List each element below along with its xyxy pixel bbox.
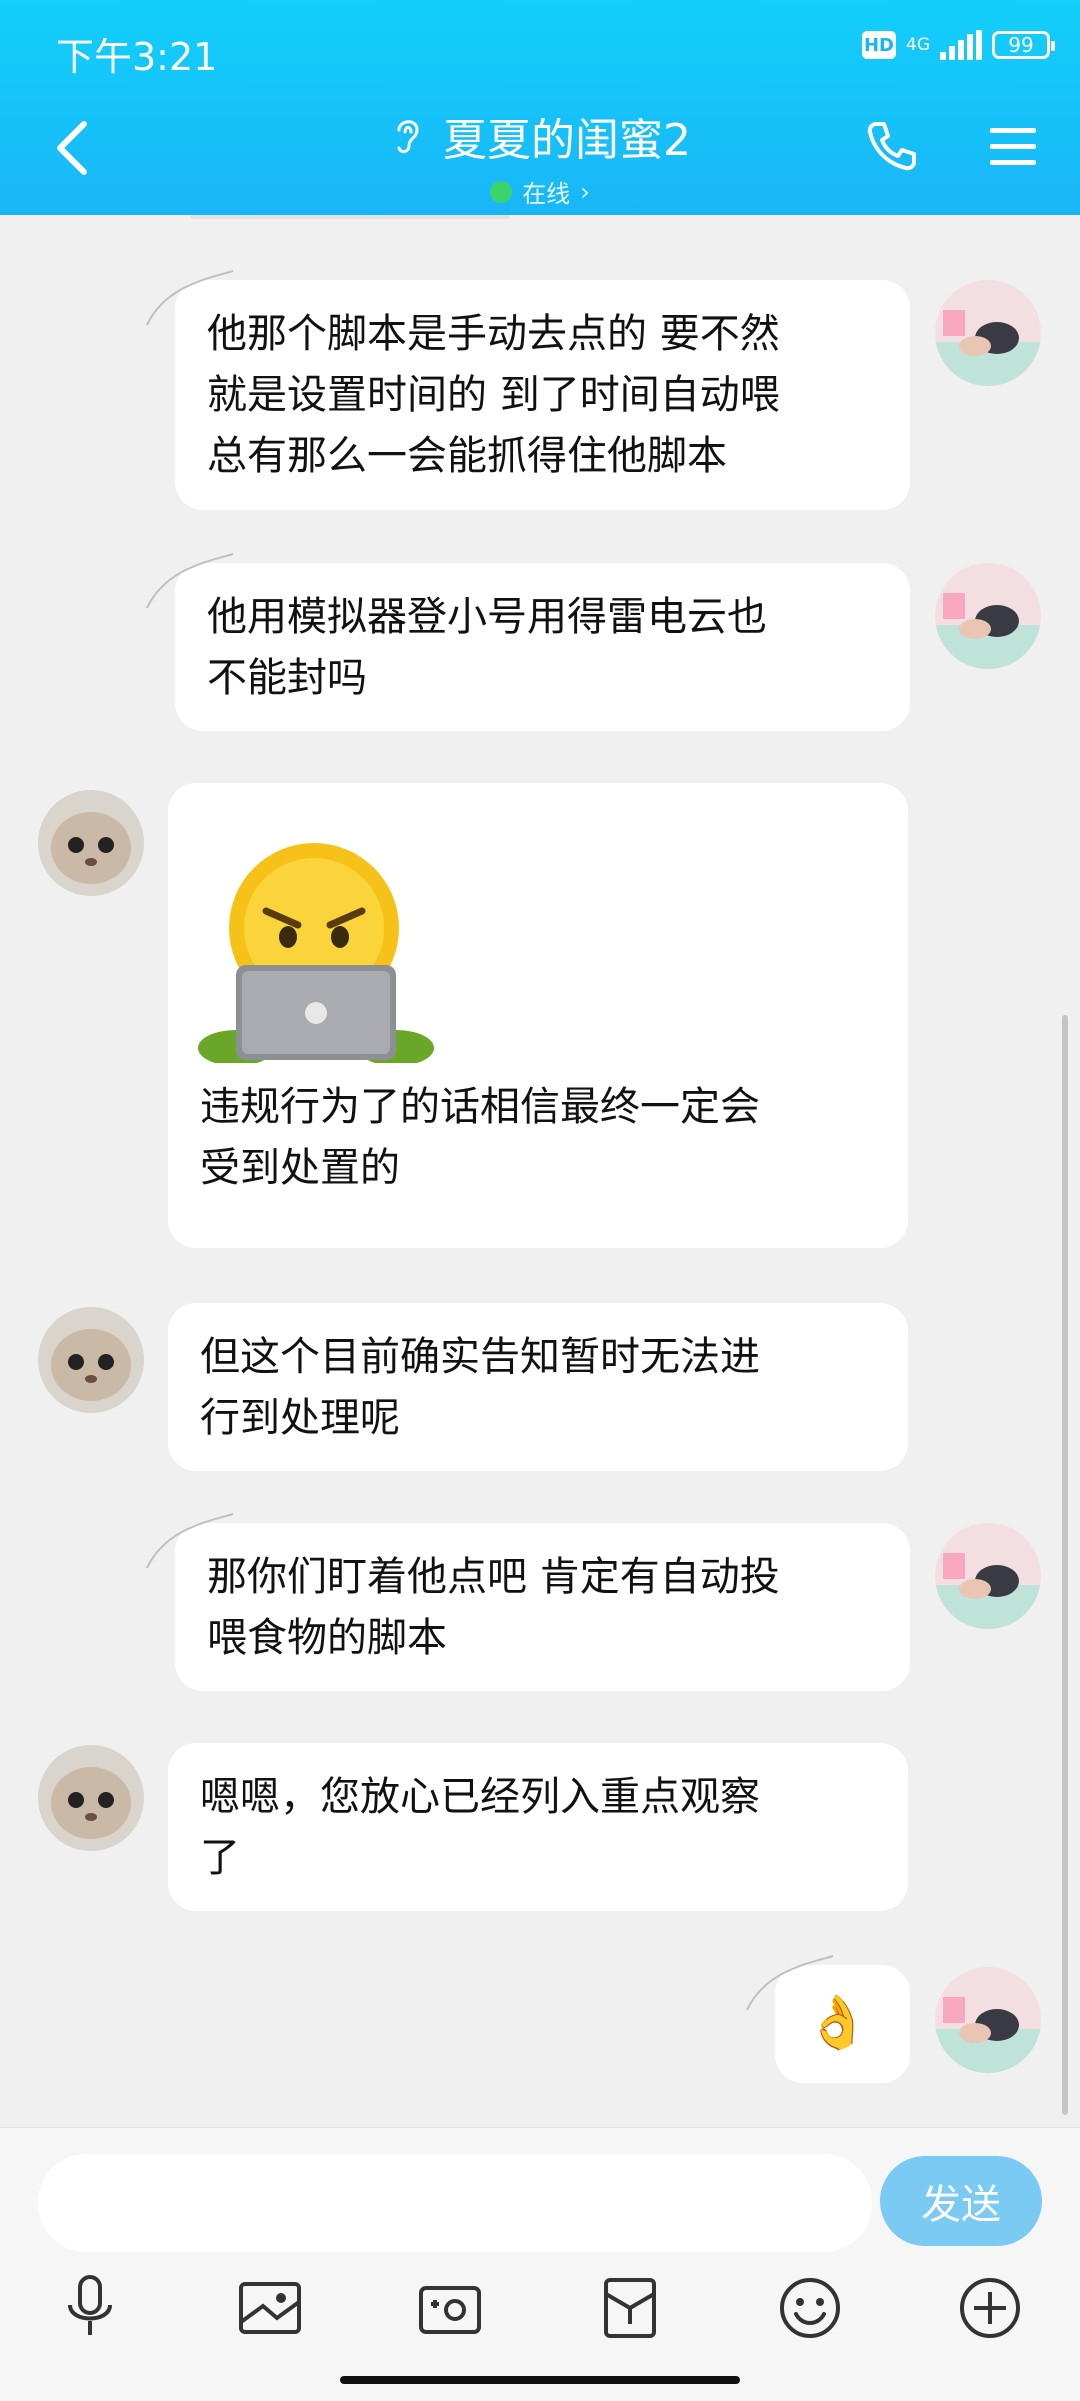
emoji-icon[interactable] — [770, 2268, 850, 2348]
plus-icon[interactable] — [950, 2268, 1030, 2348]
online-dot-icon — [490, 180, 513, 203]
avatar-self[interactable] — [935, 563, 1041, 669]
avatar-contact[interactable] — [38, 1307, 144, 1413]
message-line: 行到处理呢 — [200, 1395, 400, 1441]
message-line: 就是设置时间的 到了时间自动喂 — [207, 372, 780, 418]
scrollbar[interactable] — [1062, 1015, 1068, 2115]
avatar-contact-image — [38, 1307, 144, 1413]
avatar-contact[interactable] — [38, 1745, 144, 1851]
message-bubble-incoming[interactable]: 违规行为了的话相信最终一定会 受到处置的 — [168, 783, 908, 1248]
avatar-contact-image — [38, 1745, 144, 1851]
message-line: 受到处置的 — [200, 1145, 400, 1191]
avatar-self[interactable] — [935, 1967, 1041, 2073]
input-toolbar — [0, 2268, 1080, 2368]
bubble-tail-icon — [146, 270, 234, 326]
message-line: 那你们盯着他点吧 肯定有自动投 — [207, 1554, 780, 1600]
home-indicator[interactable] — [340, 2376, 740, 2384]
bubble-tail-icon — [146, 1513, 234, 1569]
angry-laptop-sticker-icon — [198, 843, 434, 1063]
message-line: 总有那么一会能抓得住他脚本 — [207, 433, 727, 479]
message-bubble-outgoing[interactable]: 他那个脚本是手动去点的 要不然 就是设置时间的 到了时间自动喂 总有那么一会能抓… — [175, 280, 910, 510]
status-icons: HD 4G 99 — [862, 30, 1055, 60]
phone-icon[interactable] — [864, 118, 920, 174]
message-line: 了 — [200, 1835, 240, 1881]
message-bubble-incoming[interactable]: 嗯嗯，您放心已经列入重点观察 了 — [168, 1743, 908, 1911]
message-list[interactable]: 他那个脚本是手动去点的 要不然 就是设置时间的 到了时间自动喂 总有那么一会能抓… — [0, 215, 1080, 2127]
avatar-contact-image — [38, 790, 144, 896]
avatar-self-image — [935, 280, 1041, 386]
menu-icon[interactable] — [988, 124, 1038, 170]
send-button[interactable]: 发送 — [880, 2156, 1042, 2246]
battery-level: 99 — [1008, 33, 1034, 57]
message-line: 嗯嗯，您放心已经列入重点观察 — [200, 1774, 760, 1820]
bubble-tail-icon — [146, 553, 234, 609]
status-bar: 下午3:21 HD 4G 99 — [0, 0, 1080, 100]
hd-icon: HD — [862, 31, 896, 59]
microphone-icon[interactable] — [50, 2268, 130, 2348]
message-line: 但这个目前确实告知暂时无法进 — [200, 1334, 760, 1380]
ear-icon — [397, 120, 419, 154]
message-input[interactable] — [38, 2154, 872, 2252]
camera-icon[interactable] — [410, 2268, 490, 2348]
network-type: 4G — [906, 34, 930, 55]
chat-header: 下午3:21 HD 4G 99 夏夏的闺蜜2 在线 › — [0, 0, 1080, 215]
presence-status[interactable]: 在线 › — [490, 174, 590, 209]
avatar-self-image — [935, 1967, 1041, 2073]
chat-title: 夏夏的闺蜜2 — [443, 115, 691, 166]
message-line: 喂食物的脚本 — [207, 1615, 447, 1661]
avatar-self-image — [935, 1523, 1041, 1629]
battery-icon: 99 — [992, 31, 1055, 59]
input-bar: 发送 — [0, 2127, 1080, 2401]
signal-icon — [940, 30, 982, 60]
message-bubble-incoming[interactable]: 但这个目前确实告知暂时无法进 行到处理呢 — [168, 1303, 908, 1471]
avatar-self[interactable] — [935, 280, 1041, 386]
partial-message-edge — [190, 215, 510, 219]
chevron-right-icon: › — [580, 177, 590, 206]
avatar-contact[interactable] — [38, 790, 144, 896]
message-line: 他用模拟器登小号用得雷电云也 — [207, 594, 767, 640]
message-bubble-outgoing[interactable]: 他用模拟器登小号用得雷电云也 不能封吗 — [175, 563, 910, 731]
presence-label: 在线 — [522, 180, 571, 208]
message-line: 他那个脚本是手动去点的 要不然 — [207, 311, 780, 357]
message-line: 违规行为了的话相信最终一定会 — [200, 1084, 760, 1130]
status-time: 下午3:21 — [56, 35, 218, 79]
message-line: 不能封吗 — [207, 655, 367, 701]
red-packet-icon[interactable] — [590, 2268, 670, 2348]
avatar-self[interactable] — [935, 1523, 1041, 1629]
message-bubble-outgoing[interactable]: 那你们盯着他点吧 肯定有自动投 喂食物的脚本 — [175, 1523, 910, 1691]
avatar-self-image — [935, 563, 1041, 669]
bubble-tail-icon — [746, 1955, 834, 2011]
image-icon[interactable] — [230, 2268, 310, 2348]
